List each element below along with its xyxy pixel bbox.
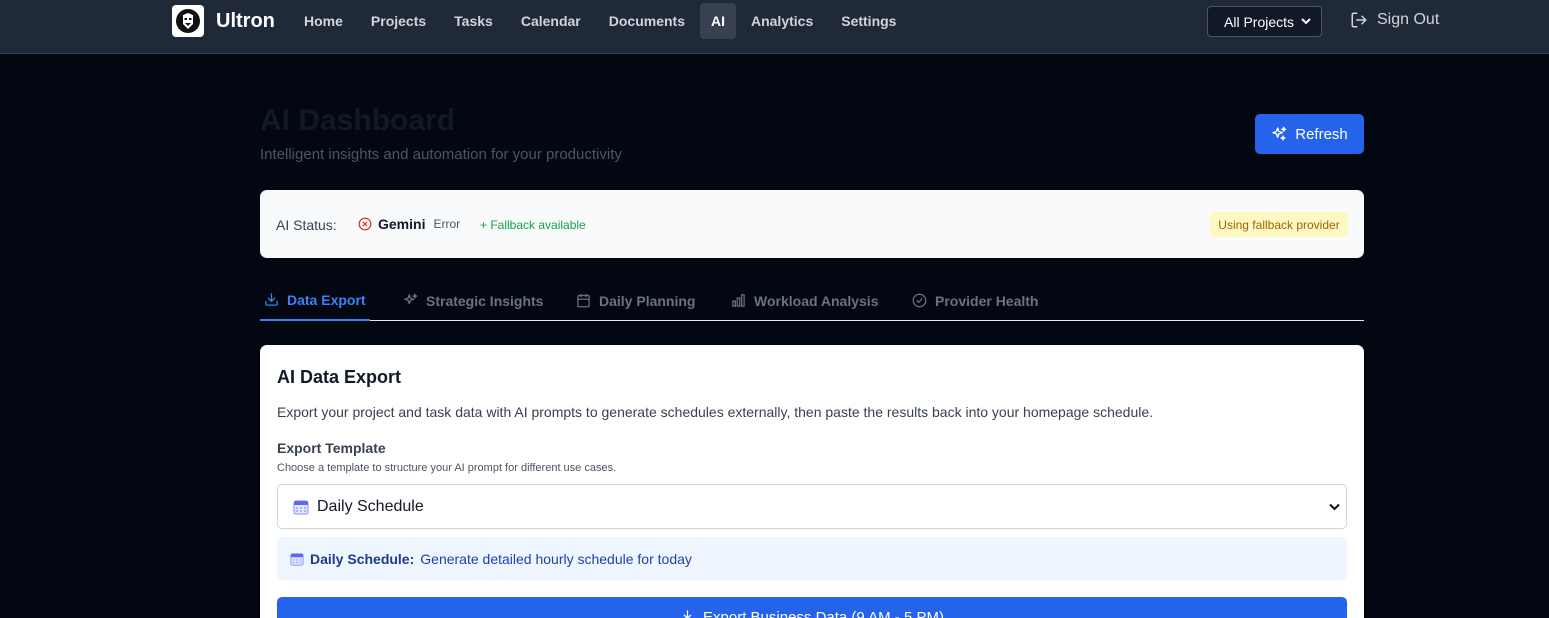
ai-data-export-card: AI Data Export Export your project and t… <box>260 345 1364 618</box>
status-provider: Gemini Error <box>358 216 460 232</box>
chevron-down-icon <box>1329 503 1340 510</box>
refresh-button[interactable]: Refresh <box>1255 114 1364 154</box>
bar-chart-icon <box>732 294 745 307</box>
project-filter-value: All Projects <box>1224 13 1295 30</box>
template-help: Choose a template to structure your AI p… <box>277 462 617 474</box>
export-title: AI Data Export <box>277 367 402 387</box>
export-button-label: Export Business Data (9 AM - 5 PM) <box>703 609 944 618</box>
nav-analytics[interactable]: Analytics <box>737 3 827 39</box>
nav-links: Home Projects Tasks Calendar Documents A… <box>290 3 910 39</box>
status-label: AI Status: <box>276 217 337 233</box>
calendar-icon <box>577 293 590 308</box>
refresh-label: Refresh <box>1295 125 1348 143</box>
check-circle-icon <box>912 293 927 308</box>
brand-name[interactable]: Ultron <box>216 10 275 33</box>
tab-data-export[interactable]: Data Export <box>260 280 370 321</box>
nav-home[interactable]: Home <box>290 3 357 39</box>
template-label: Export Template <box>277 440 386 456</box>
download-icon <box>265 293 278 306</box>
nav-ai[interactable]: AI <box>699 3 736 39</box>
template-select[interactable]: Daily Schedule <box>277 484 1347 529</box>
ai-status-card: AI Status: Gemini Error + Fallback avail… <box>260 190 1364 258</box>
x-circle-icon <box>358 217 372 231</box>
logo[interactable] <box>172 5 204 37</box>
provider-name: Gemini <box>378 216 426 232</box>
tab-workload-analysis[interactable]: Workload Analysis <box>731 280 878 321</box>
export-description: Export your project and task data with A… <box>277 404 1154 420</box>
template-select-value: Daily Schedule <box>293 498 424 516</box>
template-selected-label: Daily Schedule <box>317 497 424 515</box>
tab-label: Provider Health <box>935 292 1039 309</box>
tab-label: Daily Planning <box>599 292 696 309</box>
calendar-emoji-icon <box>293 500 309 514</box>
download-icon <box>681 610 694 618</box>
fallback-badge: Using fallback provider <box>1210 212 1348 237</box>
ai-tabs: Data Export Strategic Insights Daily Pla… <box>260 280 1364 321</box>
template-info: Daily Schedule: Generate detailed hourly… <box>277 537 1347 580</box>
page-subtitle: Intelligent insights and automation for … <box>260 146 622 163</box>
top-nav: Ultron Home Projects Tasks Calendar Docu… <box>0 0 1549 54</box>
nav-tasks[interactable]: Tasks <box>440 3 507 39</box>
template-info-description: Generate detailed hourly schedule for to… <box>420 550 692 567</box>
fallback-available: + Fallback available <box>480 218 586 232</box>
tab-provider-health[interactable]: Provider Health <box>912 280 1038 321</box>
sparkles-icon <box>404 293 418 305</box>
nav-calendar[interactable]: Calendar <box>507 3 595 39</box>
sparkles-icon <box>1272 126 1287 141</box>
nav-documents[interactable]: Documents <box>595 3 699 39</box>
calendar-emoji-icon <box>290 552 304 566</box>
project-filter-select[interactable]: All Projects <box>1207 6 1322 37</box>
tab-label: Data Export <box>287 291 366 308</box>
template-info-name: Daily Schedule: <box>310 550 415 567</box>
provider-state: Error <box>433 217 461 231</box>
page-title: AI Dashboard <box>260 104 456 137</box>
ultron-logo-icon <box>176 9 200 33</box>
tab-label: Workload Analysis <box>754 292 879 309</box>
tab-strategic-insights[interactable]: Strategic Insights <box>403 280 543 321</box>
chevron-down-icon <box>1301 18 1311 25</box>
sign-out-label: Sign Out <box>1377 11 1440 28</box>
tab-daily-planning[interactable]: Daily Planning <box>576 280 695 321</box>
export-data-button[interactable]: Export Business Data (9 AM - 5 PM) <box>277 597 1347 618</box>
nav-settings[interactable]: Settings <box>827 3 910 39</box>
log-out-icon <box>1351 12 1367 28</box>
sign-out-button[interactable]: Sign Out <box>1350 11 1439 29</box>
tab-label: Strategic Insights <box>426 292 544 309</box>
nav-projects[interactable]: Projects <box>357 3 440 39</box>
